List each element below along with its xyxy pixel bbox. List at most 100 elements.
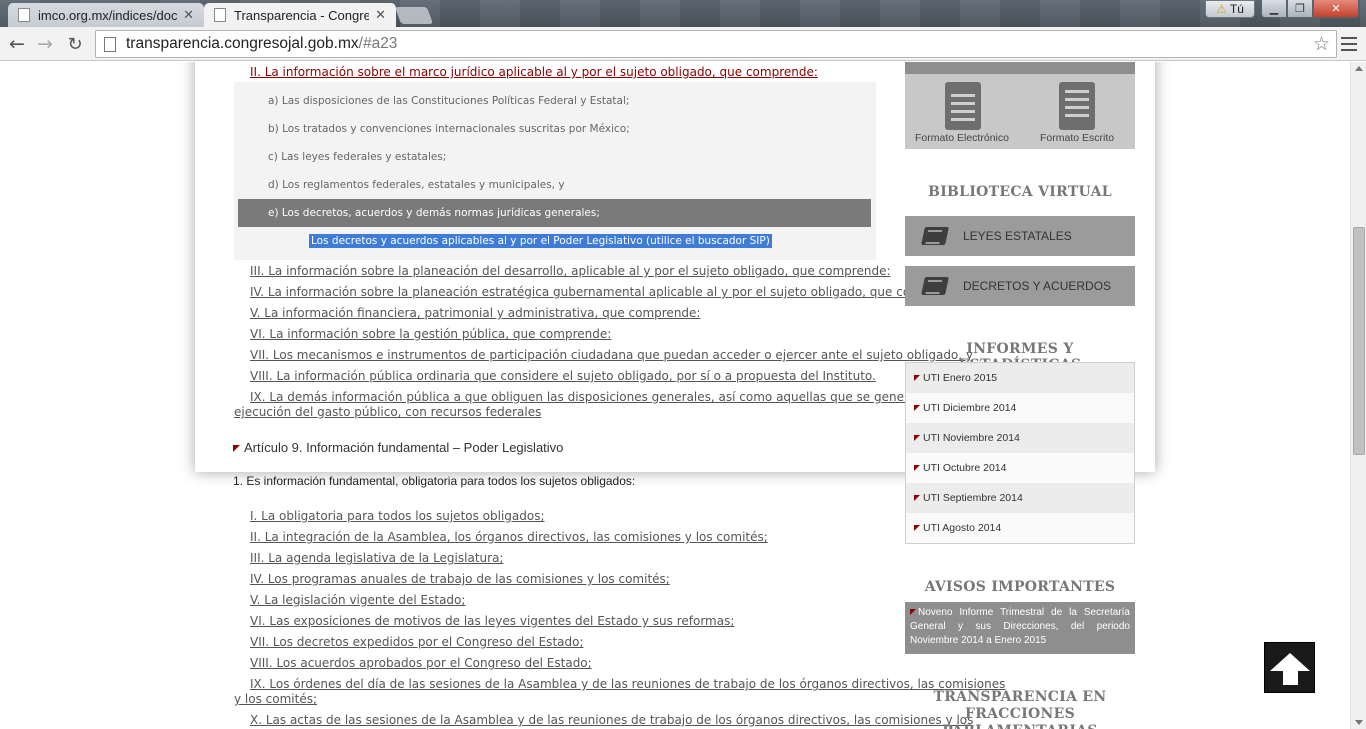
section-iii-link[interactable]: III. La información sobre la planeación … (250, 264, 891, 278)
article-9-title-text: Artículo 9. Información fundamental – Po… (244, 440, 564, 455)
formats-box: Formato Electrónico Formato Escrito (905, 62, 1135, 149)
arrow-up-icon (1269, 652, 1310, 671)
submenu-item-selected[interactable]: e) Los decretos, acuerdos y demás normas… (238, 199, 871, 227)
informe-item[interactable]: UTI Noviembre 2014 (906, 423, 1134, 453)
triangle-icon (910, 609, 916, 616)
electronic-document-icon[interactable] (945, 82, 981, 130)
article-9-title: Artículo 9. Información fundamental – Po… (233, 440, 563, 455)
url-path: /#a23 (358, 35, 398, 52)
button-label: DECRETOS Y ACUERDOS (963, 279, 1112, 293)
section-viii-link[interactable]: VIII. La información pública ordinaria q… (250, 369, 876, 383)
triangle-icon (914, 465, 920, 471)
menu-bar-icon (1341, 43, 1357, 45)
page-viewport: II. La información sobre el marco jurídi… (0, 62, 1350, 729)
maximize-button[interactable]: ❐ (1287, 0, 1313, 18)
aviso-item[interactable]: Noveno Informe Trimestral de la Secretar… (905, 602, 1135, 654)
minimize-button[interactable]: ▁ (1261, 0, 1287, 18)
informe-label: UTI Enero 2015 (923, 372, 998, 384)
close-icon[interactable]: ✕ (375, 8, 386, 23)
triangle-icon (233, 445, 240, 453)
section-iv-link[interactable]: IV. La información sobre la planeación e… (250, 285, 968, 299)
written-document-icon[interactable] (1059, 82, 1095, 130)
close-icon[interactable]: ✕ (183, 8, 194, 23)
scrollbar-thumb[interactable] (1353, 227, 1365, 455)
art9-link-iv[interactable]: IV. Los programas anuales de trabajo de … (250, 572, 670, 586)
informe-item[interactable]: UTI Octubre 2014 (906, 453, 1134, 483)
url-host: transparencia.congresojal.gob.mx (126, 35, 359, 52)
decretos-acuerdos-button[interactable]: DECRETOS Y ACUERDOS (905, 266, 1135, 306)
triangle-icon (914, 405, 920, 411)
star-icon[interactable]: ☆ (1313, 33, 1330, 55)
reload-button[interactable]: ↻ (64, 33, 86, 55)
tab-label: Transparencia - Congreso (234, 7, 370, 23)
menu-bar-icon (1341, 37, 1357, 39)
submenu-item[interactable]: d) Los reglamentos federales, estatales … (268, 179, 565, 191)
section-ix-link-cont[interactable]: ejecución del gasto público, con recurso… (234, 405, 541, 419)
aviso-text: Noveno Informe Trimestral de la Secretar… (910, 607, 1130, 646)
informe-label: UTI Octubre 2014 (923, 462, 1007, 474)
informe-item[interactable]: UTI Enero 2015 (906, 363, 1134, 393)
forward-button[interactable]: → (34, 33, 56, 55)
section-vii-link[interactable]: VII. Los mecanismos e instrumentos de pa… (250, 348, 973, 362)
format-written-label[interactable]: Formato Escrito (1040, 132, 1114, 144)
section-vi-link[interactable]: VI. La información sobre la gestión públ… (250, 327, 611, 341)
section-ii-link[interactable]: II. La información sobre el marco jurídi… (250, 65, 818, 79)
arrow-left-icon: ← (9, 33, 25, 55)
button-label: LEYES ESTATALES (963, 229, 1072, 243)
tab-transparencia[interactable]: Transparencia - Congreso ✕ (204, 3, 396, 27)
section-v-link[interactable]: V. La información financiera, patrimonia… (250, 306, 700, 320)
user-profile-button[interactable]: ⚠ Tú (1205, 0, 1255, 18)
new-tab-button[interactable] (394, 7, 434, 24)
art9-link-ii[interactable]: II. La integración de la Asamblea, los ó… (250, 530, 768, 544)
book-icon (921, 277, 949, 295)
informe-item[interactable]: UTI Diciembre 2014 (906, 393, 1134, 423)
art9-link-ix-cont[interactable]: y los comités; (234, 692, 317, 706)
art9-link-vii[interactable]: VII. Los decretos expedidos por el Congr… (250, 635, 584, 649)
highlighted-link[interactable]: Los decretos y acuerdos aplicables al y … (309, 234, 772, 248)
reload-icon: ↻ (67, 33, 83, 55)
submenu-item[interactable]: c) Las leyes federales y estatales; (268, 151, 446, 163)
user-label: Tú (1229, 2, 1244, 16)
page-icon (104, 36, 116, 52)
close-icon: ✕ (1331, 2, 1341, 15)
scroll-down-icon[interactable] (1355, 720, 1363, 725)
art9-link-ix[interactable]: IX. Los órdenes del día de las sesiones … (250, 677, 1005, 691)
art9-link-x[interactable]: X. Las actas de las sesiones de la Asamb… (250, 713, 973, 727)
book-icon (921, 227, 949, 245)
informe-item[interactable]: UTI Septiembre 2014 (906, 483, 1134, 513)
page-scrollbar[interactable] (1350, 62, 1366, 729)
submenu-item[interactable]: b) Los tratados y convenciones internaci… (268, 123, 630, 135)
art9-link-v[interactable]: V. La legislación vigente del Estado; (250, 593, 465, 607)
arrow-right-icon: → (37, 33, 53, 55)
biblioteca-title: BIBLIOTECA VIRTUAL (928, 184, 1112, 200)
back-to-top-button[interactable] (1264, 642, 1315, 693)
address-bar[interactable]: transparencia.congresojal.gob.mx/#a23 ☆ (95, 30, 1337, 58)
tab-imco[interactable]: imco.org.mx/indices/doc ✕ (8, 3, 204, 27)
back-button[interactable]: ← (6, 33, 28, 55)
section-ix-link[interactable]: IX. La demás información pública a que o… (250, 390, 962, 404)
warning-icon: ⚠ (1216, 2, 1227, 16)
url-text: transparencia.congresojal.gob.mx/#a23 (126, 35, 397, 53)
page-icon (214, 8, 226, 22)
submenu-item[interactable]: a) Las disposiciones de las Constitucion… (268, 95, 629, 107)
art9-link-i[interactable]: I. La obligatoria para todos los sujetos… (250, 509, 545, 523)
window-close-button[interactable]: ✕ (1313, 0, 1359, 18)
art9-link-iii[interactable]: III. La agenda legislativa de la Legisla… (250, 551, 503, 565)
triangle-icon (914, 525, 920, 531)
tab-strip: imco.org.mx/indices/doc ✕ Transparencia … (0, 0, 1366, 27)
page-icon (18, 8, 30, 22)
informe-label: UTI Diciembre 2014 (923, 402, 1017, 414)
formats-header-bar (905, 62, 1135, 74)
transparencia-title: TRANSPARENCIA EN FRACCIONES PARLAMENTARI… (933, 689, 1107, 729)
scroll-up-icon[interactable] (1355, 66, 1363, 71)
avisos-title: AVISOS IMPORTANTES (924, 579, 1116, 595)
triangle-icon (914, 495, 920, 501)
informe-item[interactable]: UTI Agosto 2014 (906, 513, 1134, 543)
informe-label: UTI Noviembre 2014 (923, 432, 1020, 444)
format-electronic-label[interactable]: Formato Electrónico (915, 132, 1009, 144)
art9-link-viii[interactable]: VIII. Los acuerdos aprobados por el Cong… (250, 656, 592, 670)
art9-link-vi[interactable]: VI. Las exposiciones de motivos de las l… (250, 614, 734, 628)
menu-button[interactable] (1341, 35, 1357, 53)
leyes-estatales-button[interactable]: LEYES ESTATALES (905, 216, 1135, 256)
informe-label: UTI Septiembre 2014 (923, 492, 1023, 504)
